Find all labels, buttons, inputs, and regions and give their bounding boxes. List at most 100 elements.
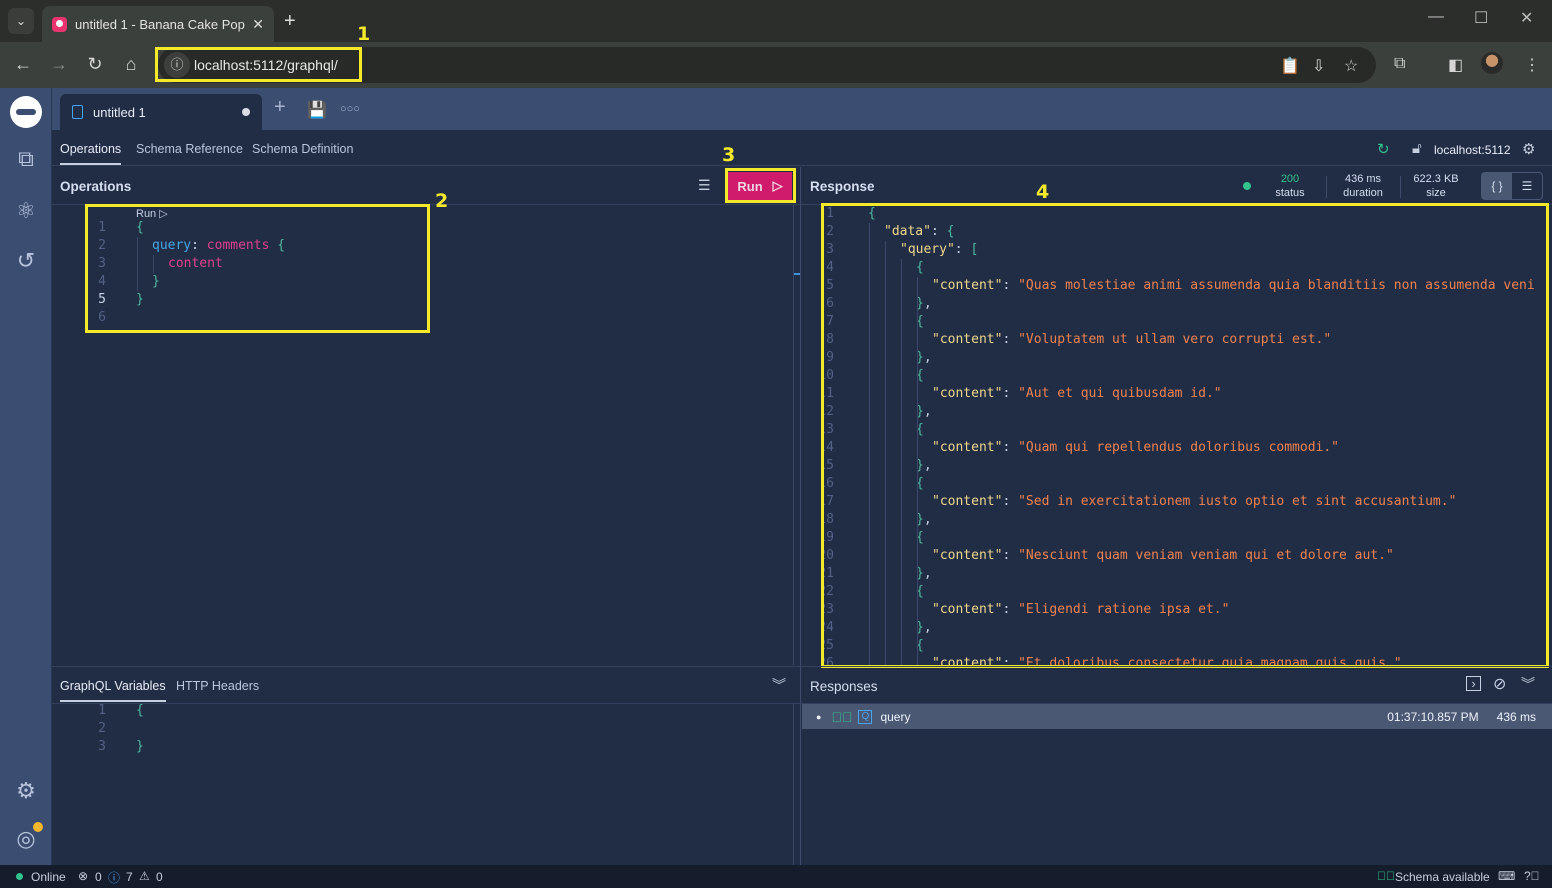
address-bar[interactable]: ⓘ localhost:5112/graphql/ 📋 ⇩ ☆: [158, 47, 1376, 83]
history-icon[interactable]: ↺: [12, 248, 40, 274]
code-token: query: [152, 238, 192, 253]
line-number: 2: [826, 224, 834, 239]
forward-button[interactable]: →: [48, 54, 70, 75]
browser-tab-title: untitled 1 - Banana Cake Pop: [75, 16, 245, 32]
variables-scrollbar[interactable]: [793, 703, 794, 865]
line-number: 20: [822, 548, 834, 563]
indent-guide: [137, 237, 138, 291]
info-icon[interactable]: ⓘ: [108, 869, 120, 886]
line-number: 6: [826, 296, 834, 311]
response-viewer[interactable]: 1 {2 "data": {3 "query": [4 {5 "content": "Qu…: [822, 205, 1550, 665]
code-token: content: [168, 256, 223, 271]
save-icon[interactable]: 💾: [307, 100, 327, 120]
more-options-icon[interactable]: ○○○: [340, 103, 360, 115]
connection-settings-icon[interactable]: ⚙: [1522, 140, 1535, 158]
tab-http-headers[interactable]: HTTP Headers: [176, 679, 259, 693]
settings-gear-icon[interactable]: ⚙: [12, 778, 40, 804]
notification-badge: [33, 822, 43, 832]
duration-label: duration: [1343, 187, 1383, 199]
keyboard-shortcuts-icon[interactable]: ⌨: [1498, 869, 1515, 883]
unlock-icon[interactable]: 🔓︎: [1412, 140, 1422, 157]
file-icon: [72, 105, 83, 119]
status-stat: 200 status: [1266, 172, 1314, 200]
run-button[interactable]: Run ▷: [728, 172, 792, 200]
json-line: "content": "Sed in exercitationem iusto …: [932, 494, 1457, 509]
line-number: 14: [822, 440, 834, 455]
documents-icon[interactable]: ⧉: [12, 146, 40, 172]
json-line: "content": "Quam qui repellendus dolorib…: [932, 440, 1340, 455]
new-document-button[interactable]: +: [274, 96, 286, 119]
side-panel-icon[interactable]: ◧: [1448, 55, 1463, 75]
line-number: 22: [822, 584, 834, 599]
line-number: 1: [98, 220, 106, 235]
line-number: 5: [98, 292, 106, 307]
install-app-icon[interactable]: ⇩: [1312, 56, 1325, 76]
online-status: Online: [31, 870, 66, 884]
prettify-icon[interactable]: ☰: [698, 177, 711, 194]
clear-responses-icon[interactable]: ⊘: [1493, 674, 1506, 694]
tab-schema-definition[interactable]: Schema Definition: [252, 142, 353, 156]
json-line: "content": "Aut et qui quibusdam id.": [932, 386, 1222, 401]
open-response-icon[interactable]: ›: [1466, 676, 1481, 691]
tab-schema-reference[interactable]: Schema Reference: [136, 142, 243, 156]
browser-menu-icon[interactable]: ⋮: [1524, 55, 1540, 75]
extensions-icon[interactable]: ⧉: [1394, 55, 1405, 73]
annotation-number: 4: [1036, 181, 1050, 203]
error-icon[interactable]: ⊗: [78, 869, 88, 883]
schema-refresh-icon[interactable]: ↻: [1377, 140, 1390, 158]
variables-header: GraphQL Variables HTTP Headers ︾: [52, 666, 800, 704]
new-tab-button[interactable]: +: [284, 10, 296, 33]
play-icon: ▷: [772, 178, 783, 193]
code-token: {: [277, 238, 286, 253]
url-text[interactable]: localhost:5112/graphql/: [194, 57, 338, 73]
json-line: "content": "Voluptatem ut ullam vero cor…: [932, 332, 1332, 347]
json-view-button[interactable]: { }: [1482, 173, 1512, 199]
document-tab-label: untitled 1: [93, 104, 146, 120]
code-token: }: [136, 739, 144, 754]
response-history-item[interactable]: ● ✓⃝ Q query 01:37:10.857 PM 436 ms: [802, 704, 1552, 729]
duration-stat: 436 ms duration: [1334, 172, 1392, 200]
tab-graphql-variables[interactable]: GraphQL Variables: [60, 679, 166, 702]
schema-status[interactable]: Schema available: [1395, 870, 1490, 884]
success-check-icon: ✓⃝: [831, 708, 853, 725]
profile-avatar[interactable]: [1481, 52, 1503, 74]
collapse-chevrons-icon[interactable]: ︾: [1521, 674, 1535, 694]
tab-search-button[interactable]: ⌄: [8, 8, 34, 34]
schema-graph-icon[interactable]: ⚛: [12, 198, 40, 224]
bookmark-star-icon[interactable]: ☆: [1344, 56, 1358, 76]
browser-tab[interactable]: untitled 1 - Banana Cake Pop ✕: [42, 6, 274, 42]
back-button[interactable]: ←: [12, 54, 34, 75]
site-info-icon[interactable]: ⓘ: [164, 52, 190, 78]
line-number: 21: [822, 566, 834, 581]
tree-view-button[interactable]: ☰: [1512, 173, 1542, 199]
clipboard-icon[interactable]: 📋: [1280, 56, 1300, 76]
close-window-button[interactable]: ✕: [1520, 8, 1533, 28]
bcp-logo[interactable]: [10, 96, 42, 128]
help-icon[interactable]: ?⃝: [1524, 869, 1540, 883]
operation-editor[interactable]: 1 2 3 4 5 6 { query: comments { content …: [80, 219, 780, 329]
server-endpoint[interactable]: localhost:5112: [1434, 143, 1511, 157]
browser-toolbar: ← → ↻ ⌂ ⓘ localhost:5112/graphql/ 📋 ⇩ ☆ …: [0, 42, 1552, 88]
code-token: }: [152, 274, 160, 289]
minimize-button[interactable]: —: [1428, 8, 1444, 26]
tab-operations[interactable]: Operations: [60, 142, 122, 165]
close-tab-icon[interactable]: ✕: [252, 16, 264, 33]
line-number: 3: [98, 256, 106, 271]
document-tab-untitled[interactable]: untitled 1: [60, 94, 262, 130]
home-button[interactable]: ⌂: [120, 54, 142, 75]
line-number: 13: [822, 422, 834, 437]
line-number: 9: [826, 350, 834, 365]
warning-icon[interactable]: ⚠: [139, 869, 150, 883]
line-number: 25: [822, 638, 834, 653]
pane-divider[interactable]: [800, 167, 801, 865]
line-number: 1: [826, 206, 834, 221]
line-number: 24: [822, 620, 834, 635]
json-line: "content": "Eligendi ratione ipsa et.": [932, 602, 1230, 617]
responses-title: Responses: [810, 679, 878, 694]
collapse-chevrons-icon[interactable]: ︾: [772, 675, 786, 695]
reload-button[interactable]: ↻: [84, 54, 106, 75]
line-number: 11: [822, 386, 834, 401]
variables-editor[interactable]: 1 2 3 { }: [80, 702, 780, 762]
maximize-button[interactable]: ☐: [1474, 8, 1488, 28]
run-label: Run: [737, 178, 763, 194]
